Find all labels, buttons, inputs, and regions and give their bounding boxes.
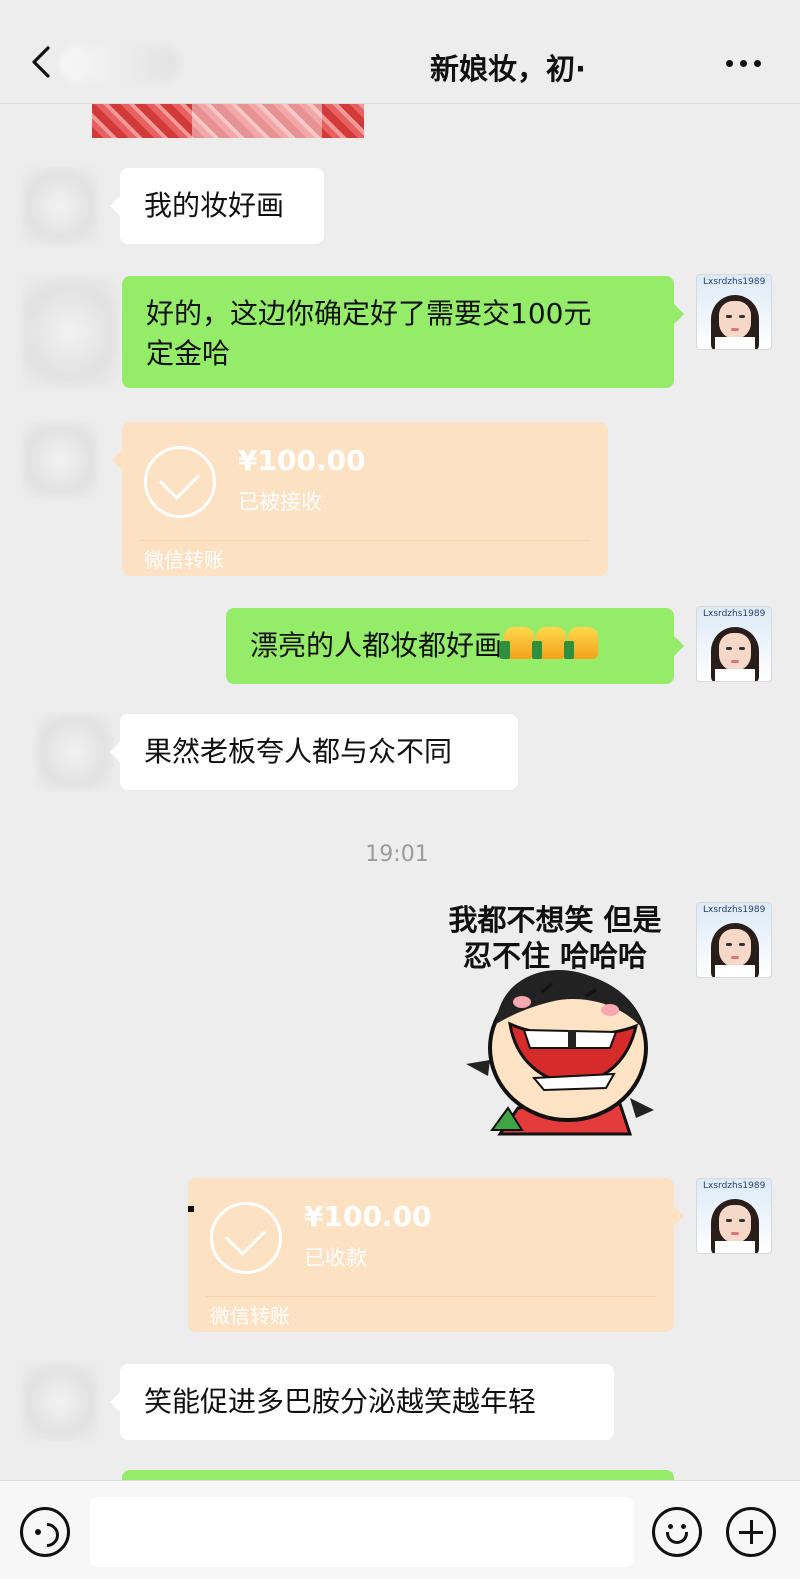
my-avatar[interactable]: Lxsrdzhs1989 xyxy=(696,274,772,350)
chat-title: 新娘妆，初· xyxy=(430,52,587,86)
contact-avatar[interactable] xyxy=(36,714,112,790)
contact-avatar[interactable] xyxy=(22,422,98,498)
blurred-overlay xyxy=(22,276,118,388)
thumbs-up-icon xyxy=(564,627,599,659)
transfer-status: 已收款 xyxy=(304,1246,367,1270)
transfer-card-outgoing[interactable]: ¥100.00 已收款 微信转账 xyxy=(188,1178,684,1332)
emoji-icon[interactable] xyxy=(652,1507,702,1557)
my-avatar[interactable]: Lxsrdzhs1989 xyxy=(696,1178,772,1254)
sticker-message[interactable]: 我都不想笑 但是 忍不住 哈哈哈 xyxy=(430,898,680,1148)
transfer-amount: ¥100.00 xyxy=(304,1200,432,1233)
transfer-card-incoming[interactable]: ¥100.00 已被接收 微信转账 xyxy=(112,422,608,576)
transfer-status: 已被接收 xyxy=(238,490,322,514)
check-circle-icon xyxy=(144,446,216,518)
contact-avatar[interactable] xyxy=(22,168,98,244)
my-avatar[interactable]: Lxsrdzhs1989 xyxy=(696,606,772,682)
avatar-tag: Lxsrdzhs1989 xyxy=(703,905,766,915)
message-text: 果然老板夸人都与众不同 xyxy=(144,735,453,768)
laughing-cartoon-sticker xyxy=(466,970,654,1136)
message-bubble-outgoing[interactable]: 好的，这边你确定好了需要交100元 定金哈 xyxy=(122,276,684,388)
check-circle-icon xyxy=(210,1202,282,1274)
message-input[interactable] xyxy=(90,1497,634,1567)
transfer-amount: ¥100.00 xyxy=(238,444,366,477)
message-text-line1: 好的，这边你确定好了需要交100元 xyxy=(146,297,592,330)
avatar-tag: Lxsrdzhs1989 xyxy=(703,609,766,619)
avatar-tag: Lxsrdzhs1989 xyxy=(703,1181,766,1191)
partial-image-message[interactable] xyxy=(92,104,364,138)
thumbs-up-icon xyxy=(500,627,535,659)
message-text: 我的妆好画 xyxy=(144,189,285,222)
message-text: 笑能促进多巴胺分泌越笑越年轻 xyxy=(144,1385,537,1418)
message-text-line2: 定金哈 xyxy=(146,337,231,370)
transfer-label: 微信转账 xyxy=(210,1304,290,1328)
message-text: 漂亮的人都妆都好画 xyxy=(250,629,503,662)
message-bubble-incoming[interactable]: 笑能促进多巴胺分泌越笑越年轻 xyxy=(110,1364,614,1440)
message-bubble-outgoing[interactable]: 漂亮的人都妆都好画 xyxy=(226,608,684,684)
contact-avatar[interactable] xyxy=(22,1364,98,1440)
voice-icon[interactable] xyxy=(20,1507,70,1557)
more-dots-icon[interactable] xyxy=(724,48,764,78)
back-chevron-icon[interactable] xyxy=(26,42,58,82)
message-bubble-incoming[interactable]: 果然老板夸人都与众不同 xyxy=(110,714,518,790)
chat-header: 新娘妆，初· xyxy=(0,0,800,104)
message-bubble-incoming[interactable]: 我的妆好画 xyxy=(110,168,324,244)
blurred-contact-name xyxy=(60,46,180,82)
avatar-tag: Lxsrdzhs1989 xyxy=(703,277,766,287)
input-bar xyxy=(0,1480,800,1579)
message-bubble-outgoing-partial[interactable] xyxy=(122,1470,674,1480)
transfer-label: 微信转账 xyxy=(144,548,224,572)
thumbs-up-icon xyxy=(532,627,567,659)
my-avatar[interactable]: Lxsrdzhs1989 xyxy=(696,902,772,978)
plus-icon[interactable] xyxy=(726,1507,776,1557)
timestamp: 19:01 xyxy=(365,842,429,867)
